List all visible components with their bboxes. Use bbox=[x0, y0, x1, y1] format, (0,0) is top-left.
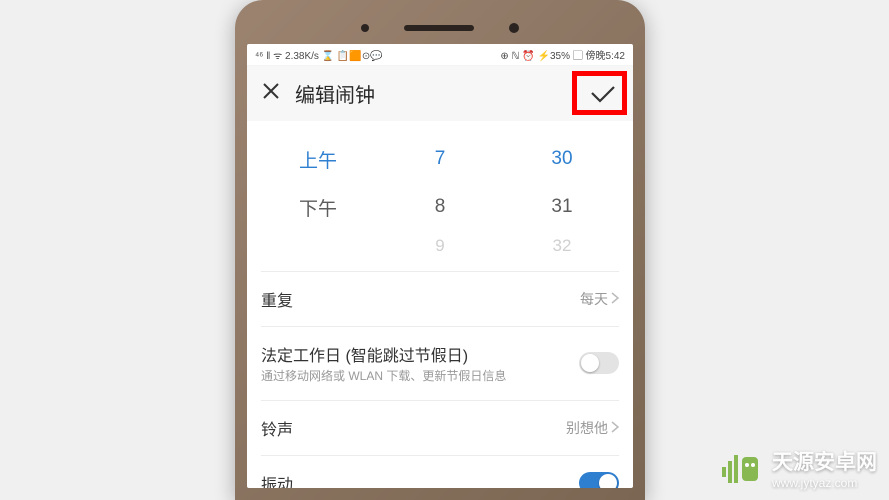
watermark-url: www.jytyaz.com bbox=[772, 476, 877, 490]
setting-vibrate-label: 振动 bbox=[261, 471, 293, 488]
proximity-sensor bbox=[361, 24, 369, 32]
settings-list: 重复 每天 法定工作日 (智能跳过节假日) 通过移动网络或 WLAN 下载、更新… bbox=[247, 271, 633, 488]
picker-hour-selected[interactable]: 7 bbox=[380, 148, 501, 170]
watermark-logo-icon bbox=[720, 447, 762, 489]
workday-toggle[interactable] bbox=[579, 352, 619, 374]
vibrate-toggle[interactable] bbox=[579, 472, 619, 488]
repeat-value-text: 每天 bbox=[580, 289, 608, 309]
confirm-button[interactable] bbox=[589, 84, 617, 104]
workday-text-block: 法定工作日 (智能跳过节假日) 通过移动网络或 WLAN 下载、更新节假日信息 bbox=[261, 342, 579, 385]
picker-row-fade[interactable]: 9 32 bbox=[257, 231, 623, 261]
title-bar: 编辑闹钟 bbox=[247, 66, 633, 121]
status-right: ⊕ ℕ ⏰ ⚡35% ▢ 傍晚5:42 bbox=[500, 47, 625, 62]
watermark: 天源安卓网 www.jytyaz.com bbox=[720, 446, 877, 490]
setting-workday[interactable]: 法定工作日 (智能跳过节假日) 通过移动网络或 WLAN 下载、更新节假日信息 bbox=[261, 326, 619, 400]
picker-row-selected[interactable]: 上午 7 30 bbox=[257, 135, 623, 183]
watermark-title: 天源安卓网 bbox=[772, 446, 877, 476]
picker-ampm-next[interactable]: 下午 bbox=[258, 194, 379, 221]
ringtone-value-text: 别想他 bbox=[566, 418, 608, 438]
picker-ampm-selected[interactable]: 上午 bbox=[258, 146, 379, 173]
phone-frame: ⁴⁶ ‖ ᯤ 2.38K/s ⌛ 📋🟧⊙💬 ⊕ ℕ ⏰ ⚡35% ▢ 傍晚5:4… bbox=[235, 0, 645, 500]
setting-repeat-label: 重复 bbox=[261, 287, 293, 311]
watermark-text: 天源安卓网 www.jytyaz.com bbox=[772, 446, 877, 490]
setting-repeat[interactable]: 重复 每天 bbox=[261, 271, 619, 326]
picker-hour-next[interactable]: 8 bbox=[380, 196, 501, 218]
picker-minute-fade[interactable]: 32 bbox=[502, 236, 623, 256]
chevron-right-icon bbox=[611, 420, 619, 436]
page-title: 编辑闹钟 bbox=[295, 79, 375, 108]
picker-minute-next[interactable]: 31 bbox=[502, 196, 623, 218]
front-camera bbox=[509, 23, 519, 33]
picker-hour-fade[interactable]: 9 bbox=[380, 236, 501, 256]
status-left-text: ⁴⁶ ‖ ᯤ 2.38K/s ⌛ 📋🟧⊙💬 bbox=[255, 48, 383, 62]
status-right-text: ⊕ ℕ ⏰ ⚡35% ▢ 傍晚5:42 bbox=[500, 47, 625, 62]
phone-screen: ⁴⁶ ‖ ᯤ 2.38K/s ⌛ 📋🟧⊙💬 ⊕ ℕ ⏰ ⚡35% ▢ 傍晚5:4… bbox=[247, 44, 633, 488]
picker-row-next[interactable]: 下午 8 31 bbox=[257, 183, 623, 231]
setting-workday-sub: 通过移动网络或 WLAN 下载、更新节假日信息 bbox=[261, 369, 579, 385]
setting-ringtone-label: 铃声 bbox=[261, 416, 293, 440]
earpiece-speaker bbox=[404, 25, 474, 31]
phone-bezel-top bbox=[247, 12, 633, 44]
picker-minute-selected[interactable]: 30 bbox=[502, 148, 623, 170]
setting-workday-label: 法定工作日 (智能跳过节假日) bbox=[261, 342, 579, 366]
setting-ringtone[interactable]: 铃声 别想他 bbox=[261, 400, 619, 455]
status-bar: ⁴⁶ ‖ ᯤ 2.38K/s ⌛ 📋🟧⊙💬 ⊕ ℕ ⏰ ⚡35% ▢ 傍晚5:4… bbox=[247, 44, 633, 66]
setting-ringtone-value: 别想他 bbox=[566, 418, 619, 438]
chevron-right-icon bbox=[611, 291, 619, 307]
setting-vibrate[interactable]: 振动 bbox=[261, 455, 619, 488]
time-picker[interactable]: 上午 7 30 下午 8 31 9 32 bbox=[247, 121, 633, 261]
close-icon[interactable] bbox=[261, 81, 281, 106]
setting-repeat-value: 每天 bbox=[580, 289, 619, 309]
status-left: ⁴⁶ ‖ ᯤ 2.38K/s ⌛ 📋🟧⊙💬 bbox=[255, 48, 383, 62]
